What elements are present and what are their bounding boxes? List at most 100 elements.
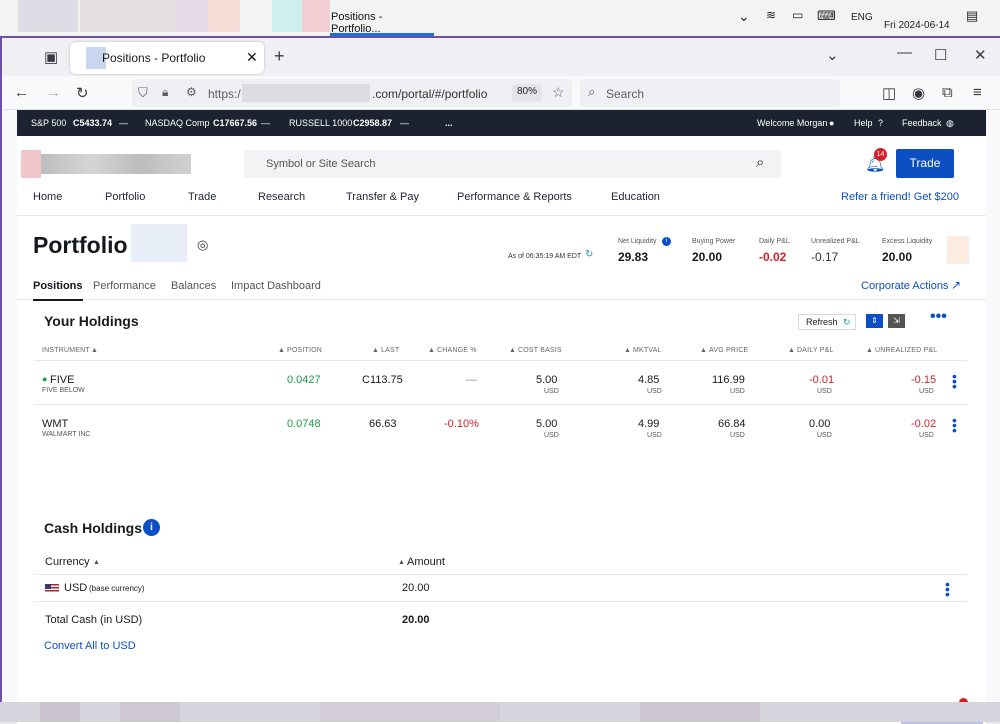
tab-balances[interactable]: Balances [171, 280, 216, 292]
pocket-icon[interactable]: ◫ [882, 84, 896, 102]
column-header-currency[interactable]: Currency [45, 556, 90, 568]
row-menu-icon[interactable]: • • • [945, 577, 950, 601]
keyboard-icon[interactable]: ⌨ [817, 8, 836, 24]
sort-icon[interactable]: ▲ [700, 347, 707, 354]
column-header-instrument[interactable]: INSTRUMENT [42, 347, 90, 354]
currency-unit: USD [544, 388, 559, 395]
url-bar[interactable]: ⛉ 🔒︎ ⚙ https:/ .com/portal/#/portfolio 8… [132, 79, 572, 107]
feedback-link[interactable]: Feedback [902, 118, 942, 128]
nav-item-education[interactable]: Education [611, 191, 660, 203]
trade-button[interactable]: Trade [896, 149, 954, 178]
help-link[interactable]: Help [854, 118, 873, 128]
sort-icon[interactable]: ▲ [788, 347, 795, 354]
sort-asc-icon[interactable]: ▲ [93, 559, 100, 566]
referral-link[interactable]: Refer a friend! Get $200 [841, 191, 959, 203]
sort-asc-icon[interactable]: ▲ [398, 559, 405, 566]
list-all-tabs-icon[interactable]: ⌄ [826, 46, 839, 64]
browser-search[interactable]: ⌕ Search [580, 79, 840, 107]
minimize-icon[interactable]: — [897, 44, 912, 61]
close-window-icon[interactable]: ✕ [974, 46, 987, 64]
collapse-icon[interactable]: ⇲ [888, 314, 905, 328]
row-menu-icon[interactable]: • • • [952, 413, 957, 437]
extensions-icon[interactable]: ⧉ [942, 84, 953, 101]
divider [34, 404, 967, 405]
instrument-symbol[interactable]: WMT [42, 418, 68, 430]
bookmark-star-icon[interactable]: ☆ [552, 84, 565, 101]
blurred-taskbar-app[interactable] [302, 0, 330, 32]
column-header-last[interactable]: LAST [381, 347, 399, 354]
browser-tab[interactable]: Positions - Portfolio ✕ [70, 42, 264, 74]
instrument-symbol[interactable]: FIVE [50, 374, 74, 386]
hide-values-icon[interactable]: ◎ [197, 237, 208, 253]
site-search-input[interactable]: Symbol or Site Search ⌕ [244, 150, 781, 178]
zoom-level[interactable]: 80% [512, 84, 543, 102]
tab-impact-dashboard[interactable]: Impact Dashboard [231, 280, 321, 292]
column-header-position[interactable]: POSITION [287, 347, 322, 354]
blurred-taskbar-app[interactable] [18, 0, 78, 32]
search-icon[interactable]: ⌕ [756, 154, 764, 171]
row-menu-icon[interactable]: • • • [952, 369, 957, 393]
nav-item-research[interactable]: Research [258, 191, 305, 203]
language-indicator[interactable]: ENG [851, 12, 873, 23]
permissions-icon[interactable]: ⚙ [186, 85, 197, 99]
close-tab-icon[interactable]: ✕ [246, 49, 258, 66]
corporate-actions-link[interactable]: Corporate Actions [861, 280, 948, 292]
menu-icon[interactable]: ≡ [973, 84, 982, 101]
sort-icon[interactable]: ▲ [428, 347, 435, 354]
nav-item-performance-reports[interactable]: Performance & Reports [457, 191, 572, 203]
taskbar-active-window[interactable]: Positions - Portfolio... [330, 0, 434, 36]
external-arrow-icon[interactable]: ↗ [951, 278, 961, 292]
position-value: 0.0748 [287, 418, 321, 430]
reload-icon[interactable]: ↻ [76, 84, 89, 102]
clock-date[interactable]: Fri 2024-06-14 [884, 20, 950, 31]
blurred-taskbar-app[interactable] [272, 0, 302, 32]
new-tab-icon[interactable]: + [274, 46, 285, 67]
blurred-taskbar-app[interactable] [208, 0, 240, 32]
sort-icon[interactable]: ▲ [372, 347, 379, 354]
column-header-mktval[interactable]: MKTVAL [633, 347, 662, 354]
column-header-avg-price[interactable]: AVG PRICE [709, 347, 748, 354]
info-icon[interactable]: i [662, 237, 671, 246]
help-icon[interactable]: ? [878, 118, 883, 128]
convert-all-link[interactable]: Convert All to USD [44, 640, 136, 652]
column-header-unrealized-pl[interactable]: UNREALIZED P&L [875, 347, 937, 354]
sort-icon[interactable]: ▲ [278, 347, 285, 354]
nav-item-home[interactable]: Home [33, 191, 62, 203]
forward-icon[interactable]: → [46, 84, 61, 101]
info-icon[interactable]: i [143, 519, 160, 536]
account-icon[interactable]: ◉ [912, 84, 925, 102]
feedback-icon[interactable]: ◍ [946, 118, 954, 129]
refresh-timestamp-icon[interactable]: ↻ [585, 249, 593, 260]
back-icon[interactable]: ← [14, 84, 29, 101]
battery-icon[interactable]: ▭ [792, 8, 803, 22]
tab-performance[interactable]: Performance [93, 280, 156, 292]
blurred-taskbar-app[interactable] [80, 0, 176, 32]
sort-icon[interactable]: ▲ [509, 347, 516, 354]
maximize-icon[interactable]: ☐ [934, 46, 947, 64]
nav-item-portfolio[interactable]: Portfolio [105, 191, 145, 203]
shield-icon[interactable]: ⛉ [138, 85, 148, 101]
welcome-user-link[interactable]: Welcome Morgan [757, 118, 827, 128]
site-logo[interactable] [21, 150, 203, 178]
refresh-button[interactable]: Refresh ↻ [798, 314, 856, 330]
notification-icon[interactable]: ▤ [966, 8, 978, 24]
column-header-daily-pl[interactable]: DAILY P&L [797, 347, 834, 354]
blurred-taskbar-app[interactable] [176, 0, 208, 32]
expand-collapse-icon[interactable]: ⇕ [866, 314, 883, 328]
nav-item-transfer-pay[interactable]: Transfer & Pay [346, 191, 419, 203]
lock-icon[interactable]: 🔒︎ [162, 85, 168, 100]
sort-asc-icon[interactable]: ▲ [91, 347, 98, 354]
wifi-icon[interactable]: ≋ [766, 8, 776, 22]
tab-list-icon[interactable]: ▣ [44, 48, 58, 66]
nav-item-trade[interactable]: Trade [188, 191, 216, 203]
column-header-cost-basis[interactable]: COST BASIS [518, 347, 562, 354]
sort-icon[interactable]: ▲ [624, 347, 631, 354]
navigation-bar: ← → ↻ ⛉ 🔒︎ ⚙ https:/ .com/portal/#/portf… [2, 76, 1000, 110]
sort-icon[interactable]: ▲ [866, 347, 873, 354]
more-options-icon[interactable]: ••• [930, 308, 947, 326]
chevron-up-icon[interactable]: ⌄ [738, 8, 750, 25]
column-header-change[interactable]: CHANGE % [437, 347, 477, 354]
ticker-more-button[interactable]: ... [445, 118, 453, 128]
column-header-amount[interactable]: Amount [407, 556, 445, 568]
tab-positions[interactable]: Positions [33, 280, 83, 301]
